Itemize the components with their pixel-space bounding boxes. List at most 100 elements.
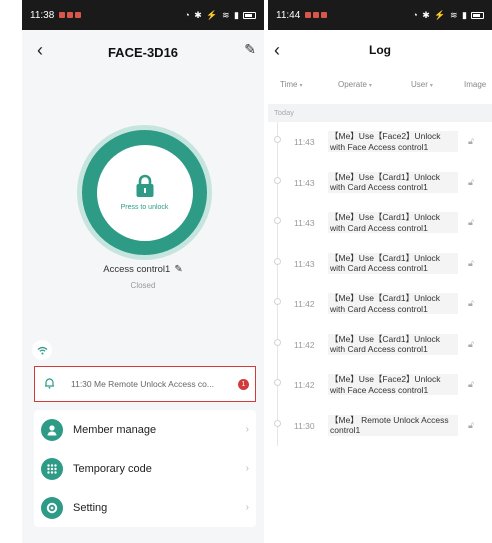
log-time: 11:43 [294, 218, 315, 228]
log-item[interactable]: 11:43 【Me】Use【Card1】Unlock with Card Acc… [268, 203, 492, 244]
notification-icon [313, 12, 320, 18]
log-item[interactable]: 11:43 【Me】Use【Face2】Unlock with Face Acc… [268, 122, 492, 163]
filter-user[interactable]: User ▾ [411, 80, 433, 89]
log-item[interactable]: 11:30 【Me】 Remote Unlock Access control1… [268, 405, 492, 446]
access-name-label: Access control1 [103, 264, 171, 275]
log-item[interactable]: 11:42 【Me】Use【Face2】Unlock with Face Acc… [268, 365, 492, 406]
notification-icon [321, 12, 328, 18]
filter-label: Time [280, 79, 298, 89]
status-bar: 11:38 ◔ ✱ ⚡ ≋ ▮ [22, 0, 264, 30]
menu-list: Member manage › Temporary code › Setting… [34, 410, 256, 527]
unlock-icon: 🔓︎ [468, 257, 474, 268]
edit-icon[interactable]: ✎ [244, 41, 256, 58]
signal-icon: ◔ ✱ ⚡ ≋ ▮ [184, 9, 240, 20]
unlock-icon: 🔓︎ [468, 217, 474, 227]
unlock-icon: 🔓︎ [468, 136, 474, 146]
battery-icon [471, 11, 484, 19]
timeline-dot [274, 176, 281, 184]
page-title: Log [369, 43, 391, 57]
caret-down-icon: ▾ [368, 82, 372, 89]
unlock-icon: 🔓︎ [468, 298, 474, 308]
status-time: 11:44 [276, 9, 301, 21]
log-item[interactable]: 11:42 【Me】Use【Card1】Unlock with Card Acc… [268, 324, 492, 365]
log-time: 11:43 [294, 177, 315, 188]
notice-text: 11:30 Me Remote Unlock Access co... [71, 379, 214, 389]
log-item[interactable]: 11:42 【Me】Use【Card1】Unlock with Card Acc… [268, 284, 492, 325]
chevron-right-icon: › [245, 463, 249, 474]
log-list: 11:43 【Me】Use【Face2】Unlock with Face Acc… [268, 122, 492, 446]
unlock-inner: Press to unlock [96, 144, 193, 241]
status-bar: 11:44 ◔ ✱ ⚡ ≋ ▮ [268, 0, 492, 30]
access-name: Access control1 ✎ [22, 264, 264, 275]
person-icon [41, 418, 63, 441]
log-item[interactable]: 11:43 【Me】Use【Card1】Unlock with Card Acc… [268, 162, 492, 203]
status-icons: ◔ ✱ ⚡ ≋ ▮ [412, 10, 484, 21]
press-to-unlock-label: Press to unlock [120, 204, 169, 211]
log-screen: 11:44 ◔ ✱ ⚡ ≋ ▮ ‹ Log Time ▾ Operate ▾ Use… [268, 0, 492, 543]
rename-icon[interactable]: ✎ [174, 264, 182, 275]
notification-icon [67, 12, 74, 18]
timeline-dot [274, 419, 281, 427]
filter-label: User [411, 79, 428, 89]
log-time: 11:43 [294, 258, 315, 269]
bell-icon [41, 377, 57, 392]
timeline-dot [274, 379, 281, 386]
status-time: 11:38 [30, 9, 55, 21]
log-text: 【Me】 Remote Unlock Access control1 [328, 414, 458, 436]
log-text: 【Me】Use【Face2】Unlock with Face Access co… [328, 131, 458, 152]
page-title: FACE-3D16 [107, 44, 179, 60]
filter-label: Operate [338, 79, 367, 89]
menu-label: Temporary code [73, 462, 152, 475]
timeline-dot [274, 338, 281, 346]
log-time: 11:30 [294, 420, 315, 431]
notification-icon [305, 12, 312, 18]
notice-badge: 1 [238, 379, 249, 390]
unlock-icon: 🔓︎ [468, 419, 474, 430]
latest-notice[interactable]: 11:30 Me Remote Unlock Access co... 1 [34, 366, 256, 402]
device-screen: 11:38 ◔ ✱ ⚡ ≋ ▮ ‹ FACE-3D16 ✎ Press to u… [22, 0, 264, 543]
filter-bar: Time ▾ Operate ▾ User ▾ Image [268, 72, 492, 96]
unlock-icon: 🔓︎ [468, 338, 474, 349]
menu-member-manage[interactable]: Member manage › [34, 410, 256, 449]
log-text: 【Me】Use【Card1】Unlock with Card Access co… [328, 293, 458, 314]
unlock-icon: 🔓︎ [468, 379, 474, 389]
log-time: 11:42 [294, 380, 315, 390]
back-icon[interactable]: ‹ [30, 40, 50, 61]
grid-icon [41, 457, 63, 480]
notification-icon [75, 12, 82, 18]
timeline-dot [274, 217, 281, 224]
log-text: 【Me】Use【Card1】Unlock with Card Access co… [328, 171, 458, 193]
access-status: Closed [130, 281, 156, 290]
log-time: 11:43 [294, 137, 315, 147]
log-text: 【Me】Use【Card1】Unlock with Card Access co… [328, 252, 458, 274]
caret-down-icon: ▾ [429, 82, 433, 89]
menu-label: Setting [73, 501, 108, 514]
caret-down-icon: ▾ [299, 82, 303, 89]
menu-setting[interactable]: Setting › [34, 488, 256, 527]
menu-temporary-code[interactable]: Temporary code › [34, 449, 256, 488]
menu-label: Member manage [73, 423, 157, 436]
log-item[interactable]: 11:43 【Me】Use【Card1】Unlock with Card Acc… [268, 243, 492, 284]
lock-icon [135, 174, 155, 198]
timeline-dot [274, 298, 281, 305]
signal-icon: ◔ ✱ ⚡ ≋ ▮ [412, 9, 468, 20]
header: ‹ FACE-3D16 ✎ [22, 30, 264, 74]
header: ‹ Log [268, 30, 492, 70]
log-text: 【Me】Use【Card1】Unlock with Card Access co… [328, 212, 458, 233]
wifi-icon[interactable] [32, 340, 52, 360]
filter-time[interactable]: Time ▾ [280, 80, 303, 89]
status-icons: ◔ ✱ ⚡ ≋ ▮ [184, 10, 256, 21]
log-text: 【Me】Use【Face2】Unlock with Face Access co… [328, 374, 458, 395]
timeline-dot [274, 257, 281, 265]
gear-icon [41, 496, 63, 519]
timeline-dot [274, 136, 281, 143]
chevron-right-icon: › [245, 424, 249, 435]
filter-image[interactable]: Image [464, 80, 486, 89]
filter-operate[interactable]: Operate ▾ [338, 80, 372, 89]
filter-label: Image [464, 79, 487, 89]
battery-icon [243, 11, 256, 19]
log-time: 11:42 [294, 339, 315, 350]
log-text: 【Me】Use【Card1】Unlock with Card Access co… [328, 333, 458, 355]
chevron-right-icon: › [245, 502, 249, 513]
unlock-button[interactable]: Press to unlock [77, 125, 212, 260]
